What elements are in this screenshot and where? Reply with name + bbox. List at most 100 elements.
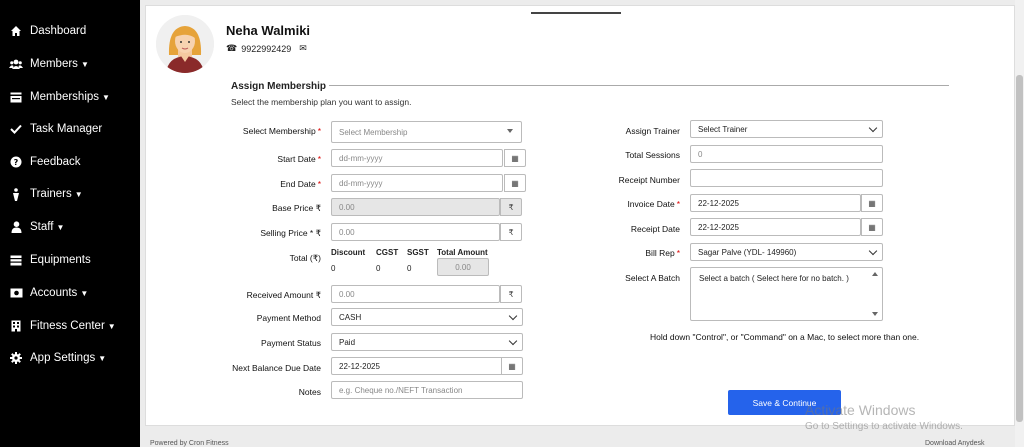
payment-status-select[interactable]: Paid: [331, 333, 523, 351]
caret-down-icon: ▼: [102, 92, 110, 102]
caret-down-icon: ▼: [98, 353, 107, 363]
assign-membership-panel: Neha Walmiki ☎ 9922992429 ✉ Assign Membe…: [145, 5, 1015, 426]
sidebar-item-label: Accounts: [30, 287, 78, 299]
sidebar-item-label: Memberships: [30, 91, 100, 103]
footer-powered-by: Powered by Cron Fitness: [150, 440, 229, 447]
caret-down-icon: [507, 129, 513, 133]
envelope-icon[interactable]: ✉: [299, 43, 307, 54]
phone-icon: ☎: [226, 43, 238, 53]
sidebar-item-memberships[interactable]: Memberships ▼: [8, 87, 110, 107]
received-amount-label: Received Amount ₹: [246, 290, 321, 300]
start-date-input[interactable]: dd-mm-yyyy: [331, 149, 503, 167]
footer-download-link[interactable]: Download Anydesk: [925, 440, 985, 447]
bill-rep-select[interactable]: Sagar Palve (YDL- 149960): [690, 243, 883, 261]
selling-price-label: Selling Price * ₹: [260, 228, 321, 238]
sidebar-item-fitness-center[interactable]: Fitness Center ▼: [8, 316, 116, 336]
total-sessions-label: Total Sessions: [625, 150, 680, 160]
calendar-icon[interactable]: ▦: [501, 357, 523, 375]
sidebar-item-trainers[interactable]: Trainers ▼: [8, 184, 83, 204]
selling-price-input[interactable]: 0.00: [331, 223, 500, 241]
total-amount-value: 0.00: [437, 258, 489, 276]
chevron-down-icon: [868, 246, 878, 256]
base-price-input: 0.00: [331, 198, 500, 216]
sidebar: Dashboard Members ▼ Memberships ▼ Task M…: [0, 0, 140, 447]
sidebar-item-app-settings[interactable]: App Settings ▼: [8, 348, 106, 368]
sgst-header: SGST: [407, 248, 429, 257]
discount-header: Discount: [331, 248, 366, 257]
gear-icon: [8, 351, 24, 365]
select-batch-label: Select A Batch: [625, 273, 680, 283]
sidebar-item-accounts[interactable]: Accounts ▼: [8, 283, 88, 303]
list-icon: [8, 253, 24, 267]
payment-status-label: Payment Status: [260, 338, 321, 348]
sidebar-item-label: Trainers: [30, 188, 72, 200]
sidebar-item-label: Dashboard: [30, 25, 87, 37]
received-amount-input[interactable]: 0.00: [331, 285, 500, 303]
calendar-icon[interactable]: ▦: [504, 174, 526, 192]
tab-indicator: [531, 12, 621, 14]
page-scrollbar[interactable]: [1015, 0, 1024, 447]
rupee-icon: ₹: [500, 198, 522, 216]
scroll-up-icon[interactable]: [872, 272, 878, 276]
sidebar-item-label: Fitness Center: [30, 320, 105, 332]
sidebar-item-feedback[interactable]: ? Feedback: [8, 152, 81, 172]
sidebar-item-dashboard[interactable]: Dashboard: [8, 21, 86, 41]
select-batch-listbox[interactable]: Select a batch ( Select here for no batc…: [690, 267, 883, 321]
select-membership-dropdown[interactable]: Select Membership: [331, 121, 522, 143]
caret-down-icon: ▼: [80, 288, 89, 298]
end-date-input[interactable]: dd-mm-yyyy: [331, 174, 503, 192]
avatar: [156, 15, 214, 73]
card-icon: [8, 90, 24, 104]
multi-select-hint: Hold down "Control", or "Command" on a M…: [650, 332, 920, 342]
users-icon: [8, 57, 24, 71]
receipt-date-input[interactable]: 22-12-2025: [690, 218, 861, 236]
payment-method-select[interactable]: CASH: [331, 308, 523, 326]
next-due-date-input[interactable]: 22-12-2025: [331, 357, 503, 375]
question-icon: ?: [8, 155, 24, 169]
payment-method-label: Payment Method: [256, 313, 321, 323]
bill-rep-label: Bill Rep *: [645, 248, 680, 258]
end-date-label: End Date *: [280, 179, 321, 189]
discount-value: 0: [331, 264, 336, 273]
check-icon: [8, 122, 24, 136]
sidebar-item-staff[interactable]: Staff ▼: [8, 217, 64, 237]
receipt-number-label: Receipt Number: [618, 175, 680, 185]
base-price-label: Base Price ₹: [272, 203, 321, 213]
notes-label: Notes: [298, 387, 321, 397]
money-icon: [8, 286, 24, 300]
scroll-down-icon[interactable]: [872, 312, 878, 316]
start-date-label: Start Date *: [277, 154, 321, 164]
sidebar-item-task-manager[interactable]: Task Manager: [8, 119, 102, 139]
sidebar-item-label: Equipments: [30, 254, 91, 266]
sidebar-item-label: Staff: [30, 221, 54, 233]
sidebar-item-label: App Settings: [30, 352, 96, 364]
receipt-date-label: Receipt Date: [630, 224, 680, 234]
calendar-icon[interactable]: ▦: [861, 194, 883, 212]
sidebar-item-members[interactable]: Members ▼: [8, 54, 89, 74]
notes-input[interactable]: e.g. Cheque no./NEFT Transaction: [331, 381, 523, 399]
activate-windows-title: Activate Windows: [805, 402, 916, 418]
svg-text:?: ?: [14, 158, 19, 167]
member-phone: 9922992429: [241, 43, 292, 54]
calendar-icon[interactable]: ▦: [504, 149, 526, 167]
section-divider: [329, 85, 949, 86]
batch-option[interactable]: Select a batch ( Select here for no batc…: [699, 274, 849, 283]
calendar-icon[interactable]: ▦: [861, 218, 883, 236]
cgst-value: 0: [376, 264, 381, 273]
assign-trainer-select[interactable]: Select Trainer: [690, 120, 883, 138]
section-subtitle: Select the membership plan you want to a…: [231, 97, 412, 107]
sidebar-item-label: Members: [30, 58, 78, 70]
caret-down-icon: ▼: [74, 189, 83, 199]
total-sessions-input[interactable]: 0: [690, 145, 883, 163]
receipt-number-input[interactable]: [690, 169, 883, 187]
scrollbar-thumb[interactable]: [1016, 75, 1023, 422]
user-icon: [8, 220, 24, 234]
select-membership-label: Select Membership *: [242, 126, 321, 136]
trainer-icon: [8, 187, 24, 201]
invoice-date-input[interactable]: 22-12-2025: [690, 194, 861, 212]
activate-windows-subtitle: Go to Settings to activate Windows.: [805, 421, 963, 432]
home-icon: [8, 24, 24, 38]
caret-down-icon: ▼: [107, 321, 116, 331]
sidebar-item-equipments[interactable]: Equipments: [8, 250, 91, 270]
caret-down-icon: ▼: [80, 59, 89, 69]
